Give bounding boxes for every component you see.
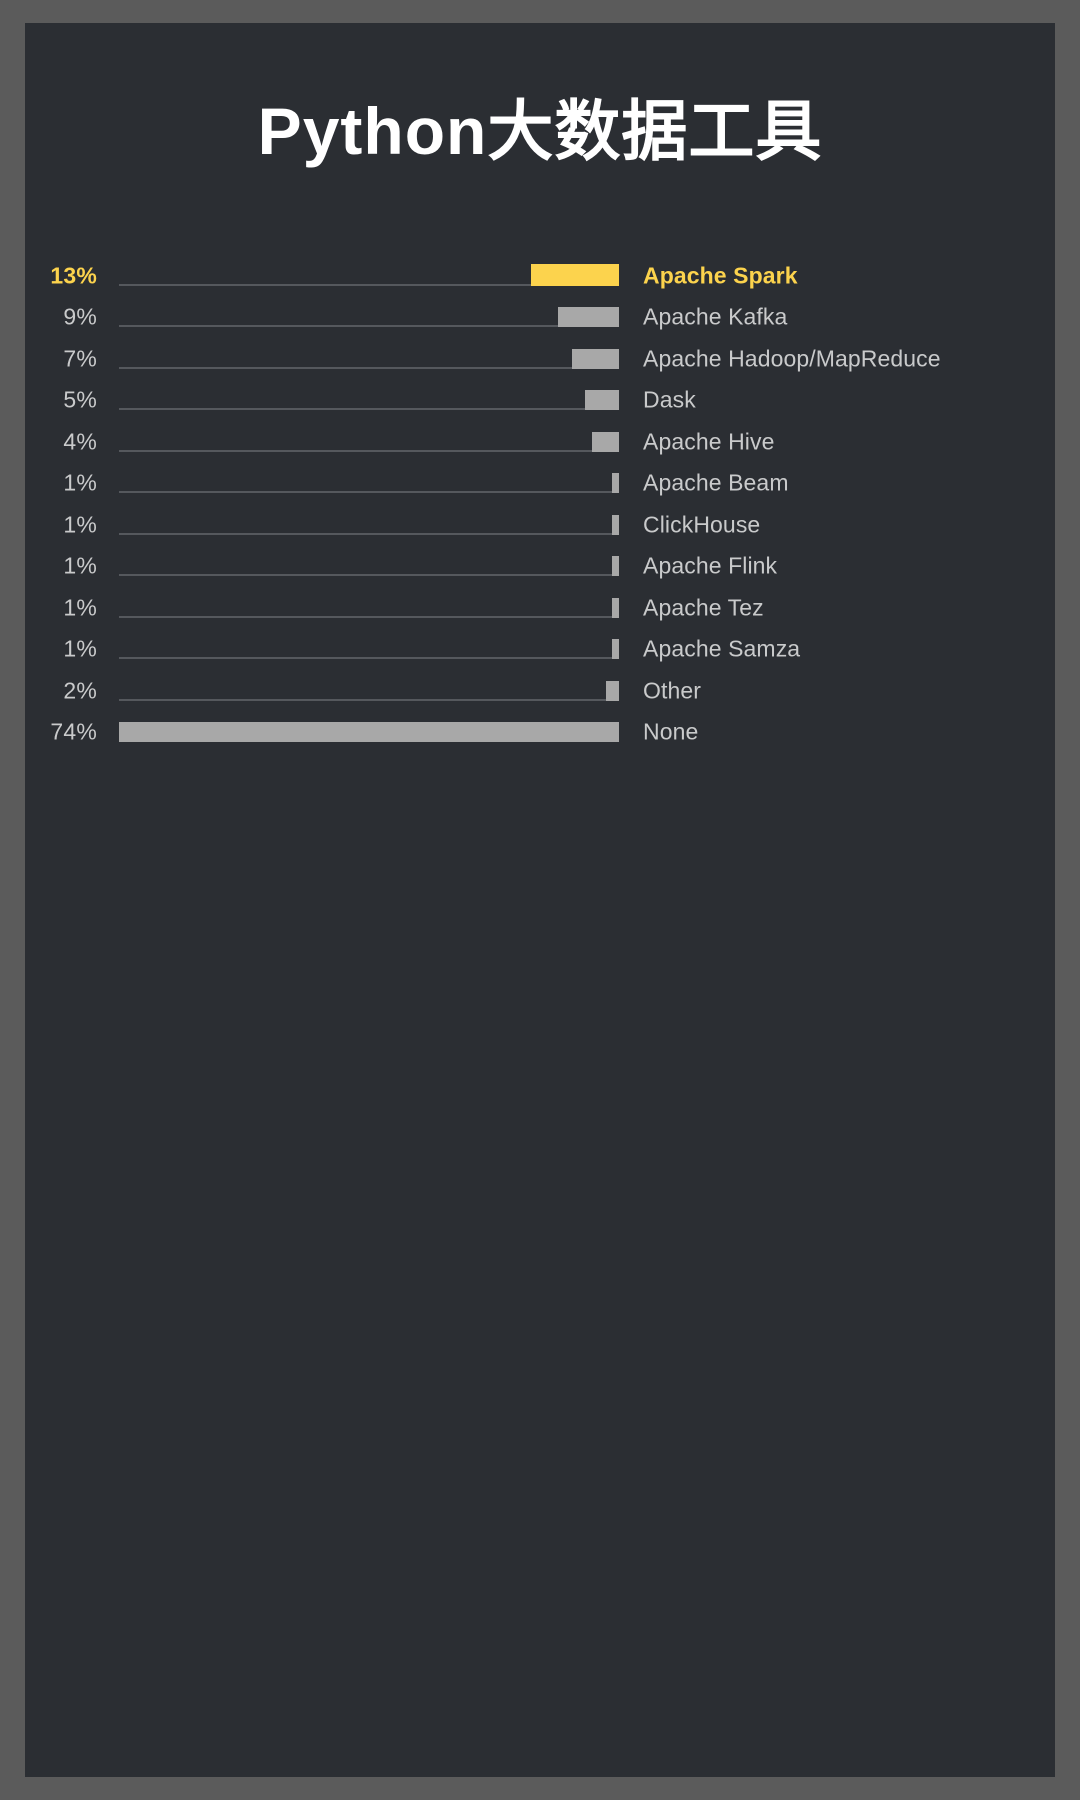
bar-fill <box>612 597 619 618</box>
bar-track <box>119 431 619 453</box>
bar-category-label: Apache Flink <box>643 552 778 579</box>
bar-track <box>119 263 619 287</box>
bar-fill <box>571 348 619 369</box>
bar-track-line <box>119 366 619 369</box>
bar-category-label: ClickHouse <box>643 511 761 538</box>
bar-track <box>119 555 619 577</box>
bar-chart-row[interactable]: 74% None <box>25 712 1055 754</box>
bar-track-line <box>119 449 619 452</box>
bar-track-line <box>119 657 619 660</box>
bar-track-line <box>119 615 619 618</box>
bar-category-label: Other <box>643 677 702 704</box>
bar-value-label: 1% <box>63 511 97 538</box>
bar-fill <box>119 722 619 743</box>
bar-fill <box>612 556 619 577</box>
bar-fill <box>531 263 619 286</box>
bar-category-label: Dask <box>643 386 696 413</box>
bar-chart-row[interactable]: 4% Apache Hive <box>25 421 1055 463</box>
bar-track <box>119 680 619 702</box>
bar-chart-row[interactable]: 1% Apache Samza <box>25 629 1055 671</box>
bar-chart-rows: 13% Apache Spark 9% Apache Kafka 7% Apache Ha… <box>25 255 1055 753</box>
bar-category-label: Apache Samza <box>643 635 801 662</box>
bar-track <box>119 514 619 536</box>
bar-chart-row[interactable]: 9% Apache Kafka <box>25 297 1055 339</box>
bar-value-label: 4% <box>63 428 97 455</box>
bar-fill <box>558 307 619 328</box>
bar-fill <box>585 390 619 411</box>
bar-track <box>119 348 619 370</box>
bar-chart-row[interactable]: 1% Apache Tez <box>25 587 1055 629</box>
bar-track-line <box>119 408 619 411</box>
bar-chart-row[interactable]: 1% Apache Flink <box>25 546 1055 588</box>
page-title: Python大数据工具 <box>257 94 823 168</box>
bar-track-line <box>119 532 619 535</box>
bar-chart-row[interactable]: 5% Dask <box>25 380 1055 422</box>
screenshot-root: Python大数据工具 13% Apache Spark 9% Apache Kafk… <box>0 0 1080 1800</box>
bar-track <box>119 472 619 494</box>
chart-card: Python大数据工具 13% Apache Spark 9% Apache Kafk… <box>25 23 1055 1777</box>
bar-track-line <box>119 574 619 577</box>
bar-chart-row[interactable]: 1% Apache Beam <box>25 463 1055 505</box>
bar-category-label: Apache Tez <box>643 594 764 621</box>
bar-fill <box>612 473 619 494</box>
bar-value-label: 1% <box>63 594 97 621</box>
bar-fill <box>605 680 619 701</box>
bar-value-label: 1% <box>63 552 97 579</box>
bar-value-label: 1% <box>63 635 97 662</box>
bar-category-label: Apache Kafka <box>643 303 788 330</box>
bar-value-label: 74% <box>50 718 97 745</box>
bar-value-label: 7% <box>63 345 97 372</box>
bar-fill <box>592 431 619 452</box>
bar-track <box>119 721 619 743</box>
bar-value-label: 9% <box>63 303 97 330</box>
bar-value-label: 1% <box>63 469 97 496</box>
bar-track-line <box>119 698 619 701</box>
bar-chart-row[interactable]: 1% ClickHouse <box>25 504 1055 546</box>
bar-fill <box>612 514 619 535</box>
bar-category-label: Apache Spark <box>643 262 798 289</box>
bar-track <box>119 597 619 619</box>
bar-value-label: 13% <box>50 262 97 289</box>
bar-track-line <box>119 491 619 494</box>
bar-category-label: Apache Beam <box>643 469 789 496</box>
bar-chart-row[interactable]: 2% Other <box>25 670 1055 712</box>
bar-track-line <box>119 325 619 328</box>
bar-category-label: Apache Hadoop/MapReduce <box>643 345 941 372</box>
bar-chart-row[interactable]: 7% Apache Hadoop/MapReduce <box>25 338 1055 380</box>
bar-track <box>119 638 619 660</box>
bar-category-label: Apache Hive <box>643 428 775 455</box>
bar-value-label: 2% <box>63 677 97 704</box>
bar-value-label: 5% <box>63 386 97 413</box>
bar-track <box>119 389 619 411</box>
bar-category-label: None <box>643 718 699 745</box>
bar-fill <box>612 639 619 660</box>
bar-track <box>119 306 619 328</box>
bar-chart-row[interactable]: 13% Apache Spark <box>25 255 1055 297</box>
